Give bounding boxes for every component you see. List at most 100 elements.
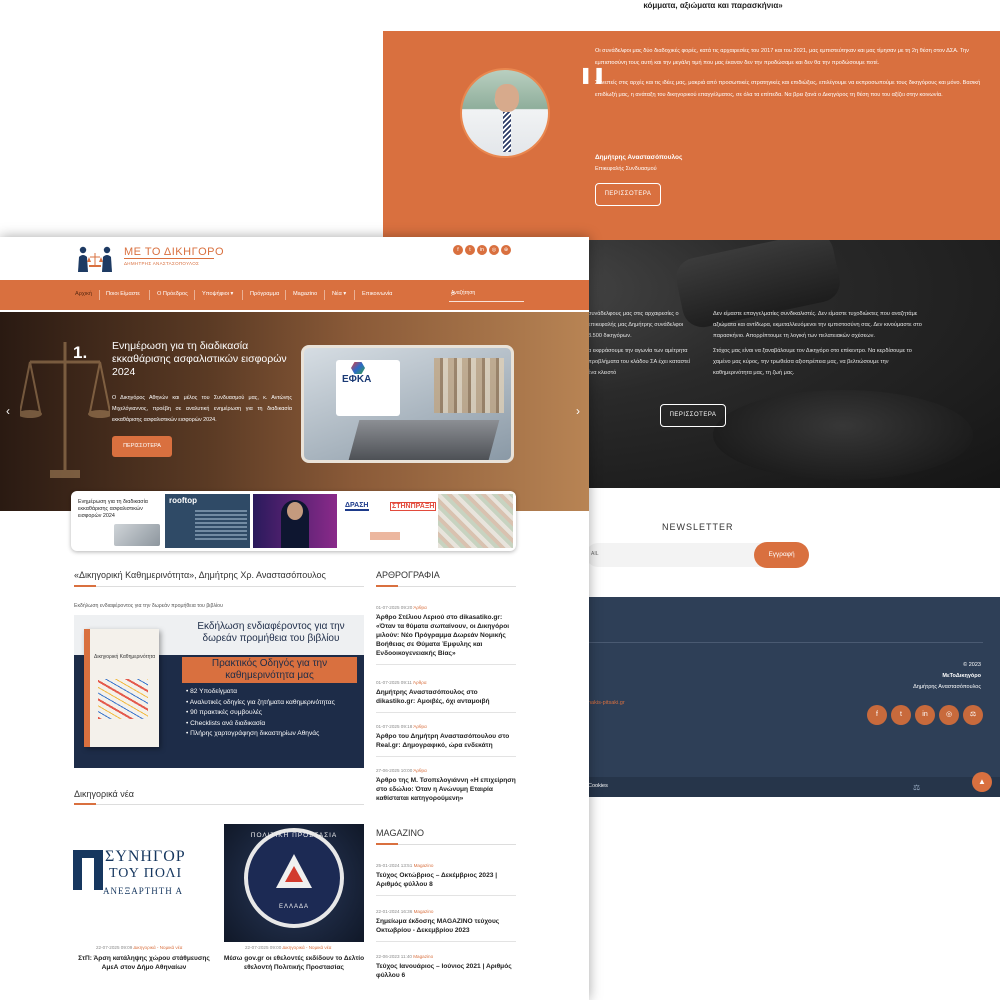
article-item[interactable]: 01-07-2025 09:11 Άρθρα Δημήτρης Αναστασό… <box>376 680 516 713</box>
article-category[interactable]: Άρθρα <box>413 605 427 610</box>
magazino-category[interactable]: Magazino <box>414 909 434 914</box>
front-page: ΜΕ ΤΟ ΔΙΚΗΓΟΡΟ ΔΗΜΗΤΡΗΣ ΑΝΑΣΤΑΣΟΠΟΥΛΟΣ f… <box>0 237 589 1000</box>
president-portrait <box>460 68 550 158</box>
testimonial-more-button[interactable]: ΠΕΡΙΣΣΟΤΕΡΑ <box>595 183 661 206</box>
magazino-section-title[interactable]: MAGAZINO <box>376 828 424 838</box>
cookies-link[interactable]: Cookies <box>588 783 608 789</box>
footer-website-link[interactable]: nakis-pitsaki.gr <box>588 700 625 706</box>
book-section-line <box>74 586 364 587</box>
news-2-title[interactable]: Μέσω gov.gr οι εθελοντές εκδίδουν το Δελ… <box>222 954 366 972</box>
magazino-meta: 25-01-2024 13:51 Magazino <box>376 863 516 868</box>
instagram-icon[interactable]: ◎ <box>939 705 959 725</box>
banner-bullet: • 82 Υποδείγματα <box>186 688 238 695</box>
magazino-divider <box>376 941 516 942</box>
thumbnail-3[interactable] <box>253 494 337 548</box>
nav-item-president[interactable]: Ο Πρόεδρος <box>157 291 188 297</box>
thumbnail-5[interactable] <box>438 494 513 548</box>
facebook-icon[interactable]: f <box>453 245 463 255</box>
magazino-item[interactable]: 22-01-2024 16:36 Magazino Σημείωμα έκδοσ… <box>376 909 516 942</box>
thumbnail-1[interactable]: Ενημέρωση για τη διαδικασία εκκαθάρισης … <box>74 494 162 548</box>
thumbnail-2[interactable]: rooftop <box>165 494 250 548</box>
magazino-item[interactable]: 25-01-2024 13:51 Magazino Τεύχος Οκτώβρι… <box>376 863 516 896</box>
news-2-meta: 22-07-2025 09:00 Δικηγορικά - Νομικά νέα <box>245 945 331 950</box>
footer-brand: ΜεΤοΔικηγόρο <box>942 673 981 679</box>
slide-title[interactable]: Ενημέρωση για τη διαδικασία εκκαθάρισης … <box>112 340 292 379</box>
linkedin-icon[interactable]: in <box>477 245 487 255</box>
web-icon[interactable]: ⊕ <box>501 245 511 255</box>
instagram-icon[interactable]: ◎ <box>489 245 499 255</box>
article-category[interactable]: Άρθρα <box>413 680 427 685</box>
facebook-icon[interactable]: f <box>867 705 887 725</box>
nav-item-program[interactable]: Πρόγραμμα <box>250 291 279 297</box>
article-title[interactable]: Άρθρο του Δημήτρη Αναστασόπουλου στο Rea… <box>376 732 516 750</box>
article-item[interactable]: 27-06-2025 10:00 Άρθρα Άρθρο της Μ. Τσοπ… <box>376 768 516 803</box>
book-section-caption[interactable]: Εκδήλωση ενδιαφέροντος για την δωρεάν πρ… <box>74 603 223 609</box>
news-1-date: 22-07-2025 09:09 <box>96 945 133 950</box>
site-header: ΜΕ ΤΟ ΔΙΚΗΓΟΡΟ ΔΗΜΗΤΡΗΣ ΑΝΑΣΤΑΣΟΠΟΥΛΟΣ f… <box>0 237 589 280</box>
slider-prev-arrow-icon[interactable]: ‹ <box>6 404 10 418</box>
search-input[interactable]: Αναζήτηση ⌕ <box>449 289 524 302</box>
magazino-date: 25-01-2024 13:51 <box>376 863 413 868</box>
news-1-image[interactable]: ΣΥΝΗΓΟΡ ΤΟΥ ΠΟΛΙ ΑΝΕΞΑΡΤΗΤΗ Α <box>73 828 213 938</box>
nav-item-magazino[interactable]: Magazino <box>293 291 317 297</box>
nav-separator <box>194 290 195 300</box>
justice-scale-image <box>20 342 110 478</box>
articles-section-title[interactable]: ΑΡΘΡΟΓΡΑΦΙΑ <box>376 570 440 580</box>
about-more-button[interactable]: ΠΕΡΙΣΣΟΤΕΡΑ <box>660 404 726 427</box>
article-category[interactable]: Άρθρα <box>413 724 427 729</box>
testimonial-section: ❚❚ Οι συνάδελφοι μας δύο διαδοχικές φορέ… <box>383 31 1000 240</box>
slide-more-button[interactable]: ΠΕΡΙΣΣΟΤΕΡΑ <box>112 436 172 457</box>
footer-mini-logo-icon: ⚖ <box>913 783 921 792</box>
linkedin-icon[interactable]: in <box>915 705 935 725</box>
article-item[interactable]: 01-07-2025 09:20 Άρθρα Άρθρο Στέλιου Λερ… <box>376 605 516 665</box>
nav-item-candidates[interactable]: Υποψήφιοι ▾ <box>202 291 233 297</box>
thumbnail-4-logo <box>370 532 400 540</box>
logo-title[interactable]: ΜΕ ΤΟ ΔΙΚΗΓΟΡΟ <box>124 246 224 258</box>
search-icon[interactable]: ⌕ <box>451 289 522 299</box>
twitter-icon[interactable]: t <box>465 245 475 255</box>
news-2-image[interactable]: ΠΟΛΙΤΙΚΗ ΠΡΟΣΤΑΣΙΑ ΕΛΛΑΔΑ <box>224 824 364 942</box>
magazino-title[interactable]: Τεύχος Οκτώβριος – Δεκέμβριος 2023 | Αρι… <box>376 871 516 889</box>
nav-item-contact[interactable]: Επικοινωνία <box>362 291 392 297</box>
article-divider <box>376 756 516 757</box>
magazino-title[interactable]: Τεύχος Ιανουάριος – Ιούνιος 2021 | Αριθμ… <box>376 962 516 980</box>
article-title[interactable]: Άρθρο Στέλιου Λεριού στο dikasatiko.gr: … <box>376 613 516 658</box>
laptop-keyboard <box>348 420 500 460</box>
news-section-title[interactable]: Δικηγορικά νέα <box>74 789 134 799</box>
footer-copyright: © 2023 ΜεΤοΔικηγόρο Δημήτρης Αναστασόπου… <box>913 660 981 693</box>
article-item[interactable]: 01-07-2025 09:18 Άρθρα Άρθρο του Δημήτρη… <box>376 724 516 757</box>
book-section-title[interactable]: «Δικηγορική Καθημερινότητα», Δημήτρης Χρ… <box>74 570 326 580</box>
back-to-top-button[interactable]: ▲ <box>972 772 992 792</box>
magazino-title[interactable]: Σημείωμα έκδοσης MAGAZINO τεύχους Οκτωβρ… <box>376 917 516 935</box>
news-1-image-line-2: ΤΟΥ ΠΟΛΙ <box>109 866 183 881</box>
nav-separator <box>285 290 286 300</box>
twitter-icon[interactable]: t <box>891 705 911 725</box>
about-col1-p1: συνάδελφους μας στις αρχαιρεσίες ο επικε… <box>588 311 684 339</box>
newsletter-subscribe-button[interactable]: Εγγραφή <box>754 542 809 568</box>
footer-social-links: f t in ◎ ⚖ <box>867 705 983 725</box>
news-1-title[interactable]: ΣτΠ: Άρση κατάληψης χώρου στάθμευσης Αμε… <box>70 954 218 972</box>
magazino-category[interactable]: Magazino <box>413 954 433 959</box>
article-meta: 01-07-2025 09:18 Άρθρα <box>376 724 516 729</box>
news-2-image-bottom-text: ΕΛΛΑΔΑ <box>278 904 310 910</box>
book-promo-banner[interactable]: Δικηγορική Καθημερινότητα Εκδήλωση ενδια… <box>74 615 364 768</box>
thumbnail-4[interactable]: ΔΡΑΣΗ ΣΤΗΝΠΡΑΞΗ <box>340 494 437 548</box>
nav-item-news[interactable]: Νέα ▾ <box>332 291 346 297</box>
magazino-item[interactable]: 22-06-2023 11:40 Magazino Τεύχος Ιανουάρ… <box>376 954 516 980</box>
article-meta: 01-07-2025 09:11 Άρθρα <box>376 680 516 685</box>
slider-next-arrow-icon[interactable]: › <box>576 404 580 418</box>
nav-item-about[interactable]: Ποιοι Είμαστε <box>106 291 140 297</box>
article-title[interactable]: Άρθρο της Μ. Τσοπελογιάννη «Η επιχείρηση… <box>376 776 516 803</box>
article-category[interactable]: Άρθρα <box>413 768 427 773</box>
banner-bullet: • Checklists ανά διαδικασία <box>186 719 266 727</box>
about-col1-p2: α εκφράσουμε την αγωνία των αμέτρητα προ… <box>588 348 690 376</box>
article-title[interactable]: Δημήτρης Αναστασόπουλος στο dikastiko.gr… <box>376 688 516 706</box>
logo-icon[interactable] <box>75 245 115 273</box>
news-2-category[interactable]: Δικηγορικά - Νομικά νέα <box>282 945 331 950</box>
news-1-category[interactable]: Δικηγορικά - Νομικά νέα <box>133 945 182 950</box>
nav-separator <box>149 290 150 300</box>
magazino-category[interactable]: Magazino <box>414 863 434 868</box>
scales-icon[interactable]: ⚖ <box>963 705 983 725</box>
nav-item-home[interactable]: Αρχική <box>75 291 92 297</box>
newsletter-email-placeholder: AIL <box>591 551 599 557</box>
